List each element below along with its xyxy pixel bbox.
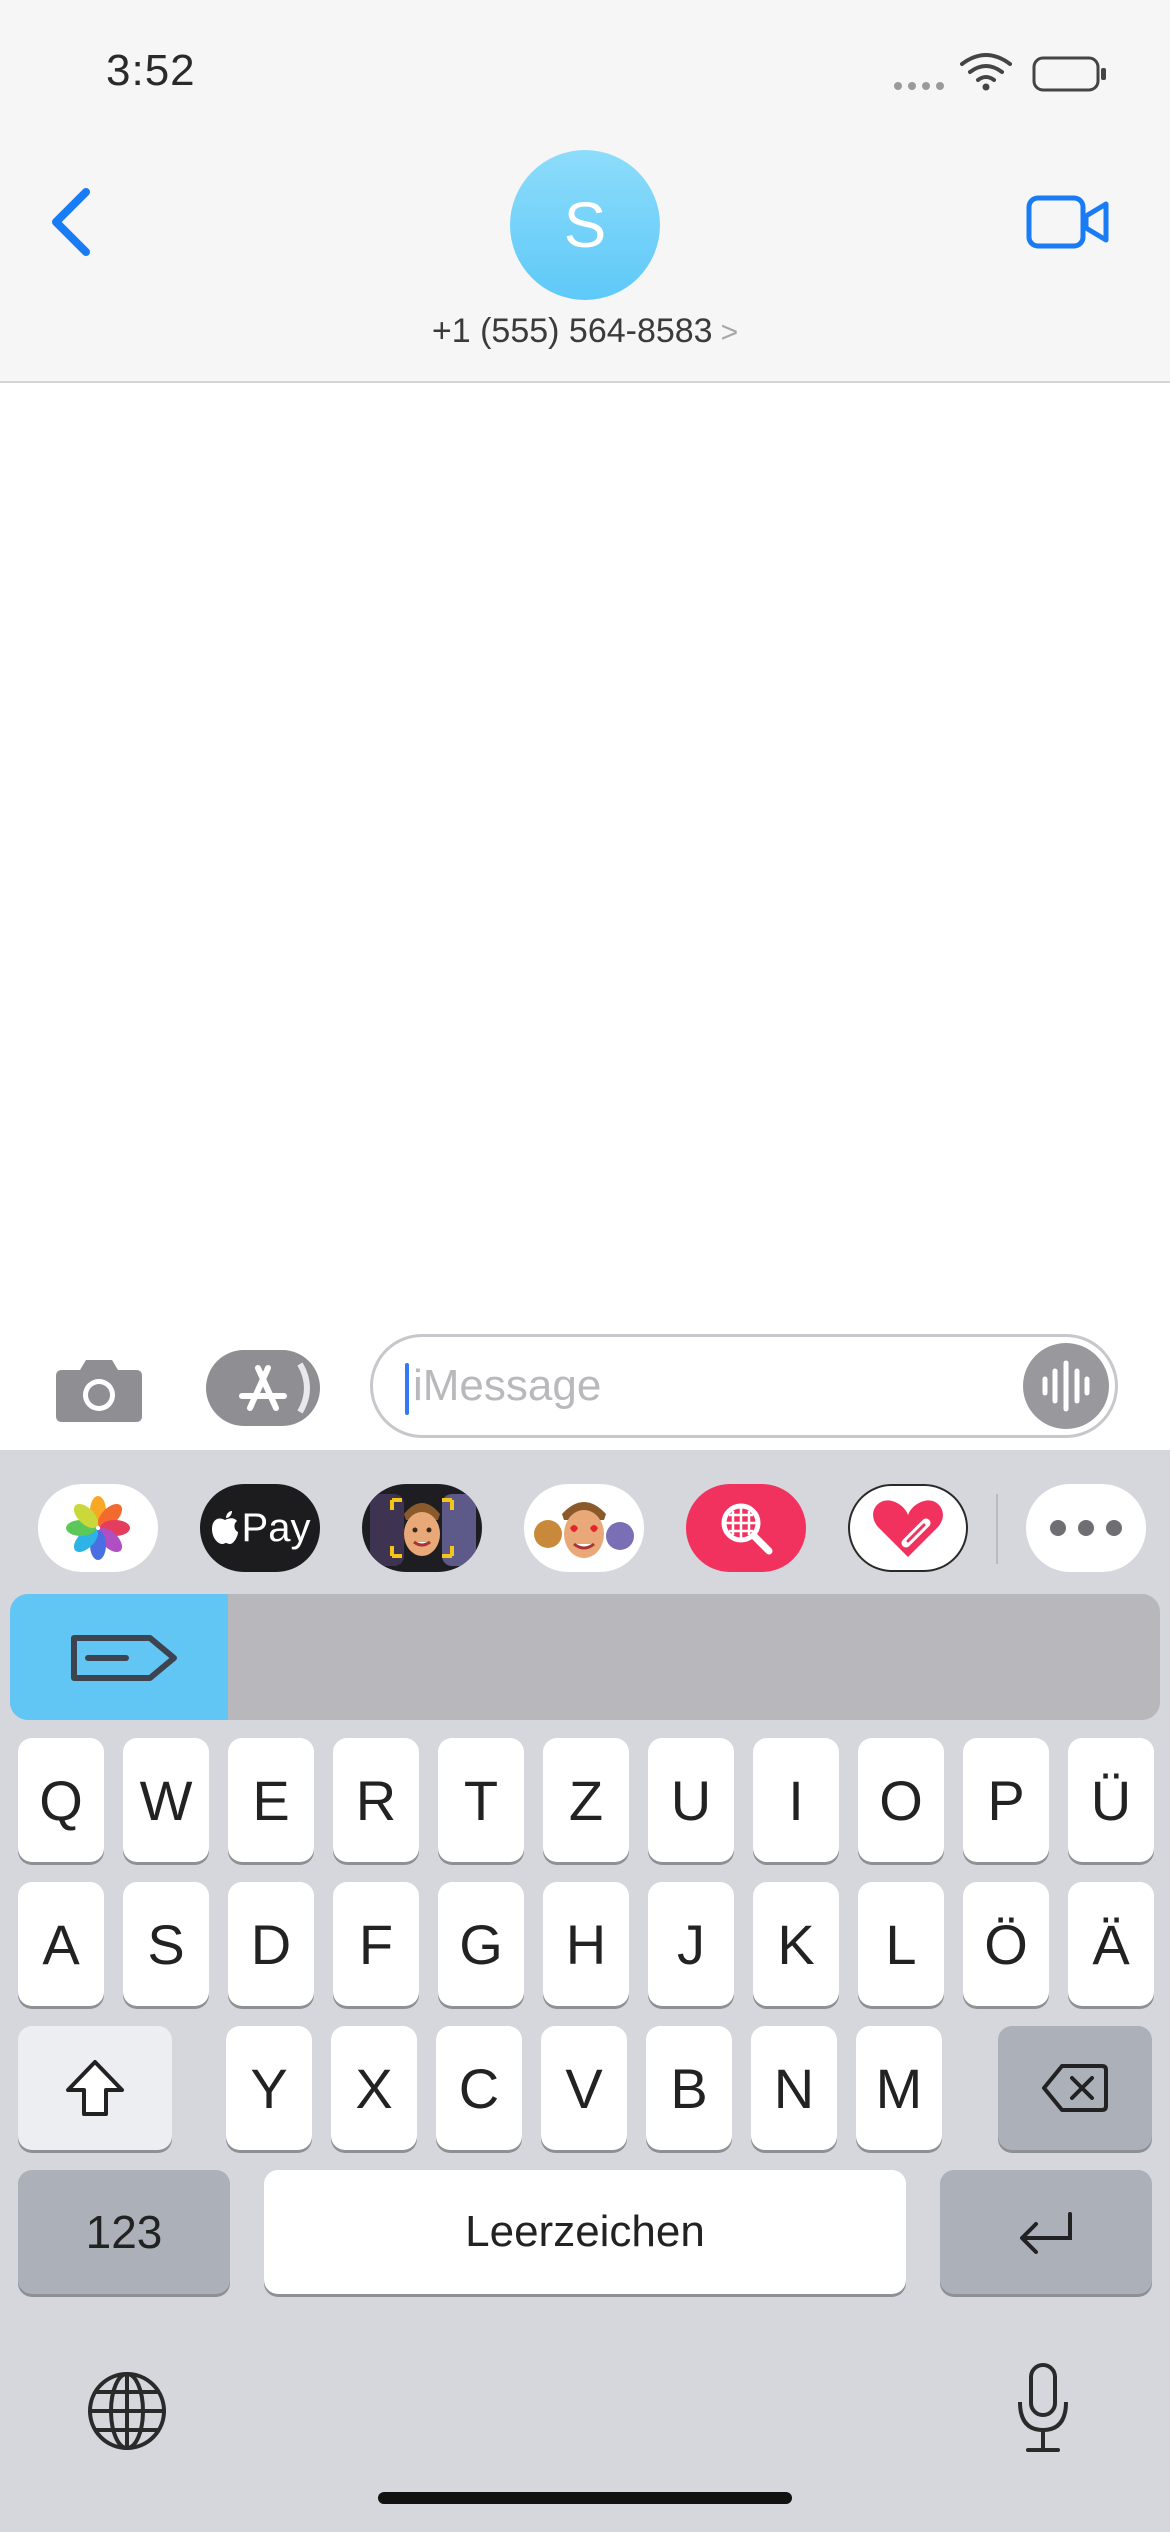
- home-indicator: [378, 2492, 792, 2504]
- apple-pay-icon[interactable]: Pay: [200, 1484, 320, 1572]
- numbers-key[interactable]: 123: [18, 2170, 230, 2294]
- key-ä[interactable]: Ä: [1068, 1882, 1154, 2006]
- key-n[interactable]: N: [751, 2026, 837, 2150]
- key-b[interactable]: B: [646, 2026, 732, 2150]
- key-h[interactable]: H: [543, 1882, 629, 2006]
- camera-icon[interactable]: [54, 1352, 144, 1424]
- more-apps-icon[interactable]: [1026, 1484, 1146, 1572]
- key-s[interactable]: S: [123, 1882, 209, 2006]
- key-x[interactable]: X: [331, 2026, 417, 2150]
- key-q[interactable]: Q: [18, 1738, 104, 1862]
- key-ü[interactable]: Ü: [1068, 1738, 1154, 1862]
- key-j[interactable]: J: [648, 1882, 734, 2006]
- tag-button[interactable]: [10, 1594, 228, 1720]
- key-c[interactable]: C: [436, 2026, 522, 2150]
- key-a[interactable]: A: [18, 1882, 104, 2006]
- photos-icon[interactable]: [38, 1484, 158, 1572]
- message-placeholder: iMessage: [413, 1361, 602, 1410]
- contact-name: +1 (555) 564-8583: [431, 312, 713, 350]
- app-store-icon: [239, 1362, 310, 1414]
- back-chevron-icon[interactable]: [42, 182, 102, 262]
- key-g[interactable]: G: [438, 1882, 524, 2006]
- text-cursor: [405, 1363, 409, 1415]
- conversation-header: 3:52 S +1 (555) 564-8583 >: [0, 0, 1170, 383]
- signal-dot: [894, 82, 902, 90]
- key-v[interactable]: V: [541, 2026, 627, 2150]
- waveform-icon: [1042, 1360, 1090, 1412]
- contact-avatar[interactable]: S: [510, 150, 660, 300]
- facetime-video-icon[interactable]: [1026, 192, 1110, 252]
- key-k[interactable]: K: [753, 1882, 839, 2006]
- app-store-button[interactable]: [206, 1350, 320, 1426]
- image-search-icon[interactable]: [686, 1484, 806, 1572]
- key-m[interactable]: M: [856, 2026, 942, 2150]
- key-o[interactable]: O: [858, 1738, 944, 1862]
- app-strip-divider: [996, 1494, 998, 1564]
- tag-icon: [71, 1635, 177, 1681]
- shift-arrow-icon: [66, 2060, 124, 2116]
- message-input[interactable]: iMessage: [370, 1334, 1118, 1438]
- key-r[interactable]: R: [333, 1738, 419, 1862]
- key-u[interactable]: U: [648, 1738, 734, 1862]
- battery-icon: [1032, 56, 1106, 92]
- key-l[interactable]: L: [858, 1882, 944, 2006]
- delete-key[interactable]: [998, 2026, 1152, 2150]
- status-bar-indicators: [894, 52, 1114, 92]
- key-i[interactable]: I: [753, 1738, 839, 1862]
- key-z[interactable]: Z: [543, 1738, 629, 1862]
- key-w[interactable]: W: [123, 1738, 209, 1862]
- digital-touch-icon[interactable]: [848, 1484, 968, 1572]
- delete-backspace-icon: [1042, 2064, 1108, 2112]
- key-t[interactable]: T: [438, 1738, 524, 1862]
- shift-key[interactable]: [18, 2026, 172, 2150]
- voice-message-button[interactable]: [1023, 1343, 1109, 1429]
- signal-dot: [936, 82, 944, 90]
- return-arrow-icon: [1020, 2212, 1072, 2254]
- wifi-icon: [960, 53, 1012, 91]
- apple-logo-icon: [211, 1511, 238, 1544]
- contact-name-button[interactable]: +1 (555) 564-8583 >: [0, 312, 1170, 351]
- key-d[interactable]: D: [228, 1882, 314, 2006]
- key-f[interactable]: F: [333, 1882, 419, 2006]
- signal-dot: [922, 82, 930, 90]
- space-key[interactable]: Leerzeichen: [264, 2170, 906, 2294]
- memoji-stickers-icon[interactable]: [362, 1484, 482, 1572]
- contact-chevron-icon: >: [720, 316, 739, 349]
- signal-dot: [908, 82, 916, 90]
- dictation-mic-icon[interactable]: [1016, 2362, 1070, 2454]
- return-key[interactable]: [940, 2170, 1152, 2294]
- status-time: 3:52: [106, 46, 196, 95]
- apple-pay-label: Pay: [241, 1505, 311, 1550]
- predictive-bar: [10, 1594, 1160, 1720]
- key-ö[interactable]: Ö: [963, 1882, 1049, 2006]
- message-list: [0, 383, 1170, 1323]
- key-p[interactable]: P: [963, 1738, 1049, 1862]
- key-e[interactable]: E: [228, 1738, 314, 1862]
- globe-icon[interactable]: [86, 2370, 168, 2452]
- memoji-icon[interactable]: [524, 1484, 644, 1572]
- key-y[interactable]: Y: [226, 2026, 312, 2150]
